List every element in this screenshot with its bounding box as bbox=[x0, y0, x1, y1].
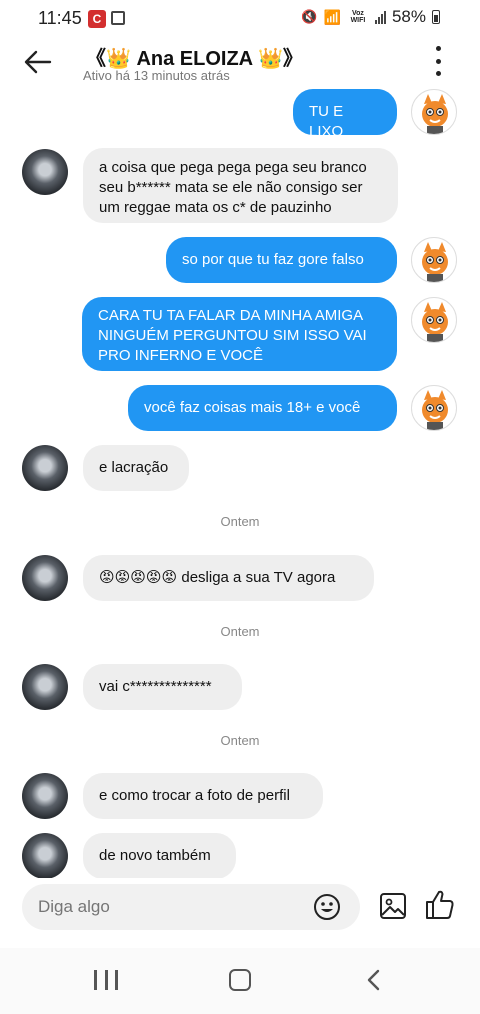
outgoing-message[interactable]: você faz coisas mais 18+ e você bbox=[128, 385, 397, 431]
outgoing-message[interactable]: so por que tu faz gore falso bbox=[166, 237, 397, 283]
battery-percent: 58% bbox=[391, 7, 426, 26]
message-input[interactable] bbox=[36, 896, 300, 918]
home-icon[interactable] bbox=[229, 969, 251, 991]
incoming-message[interactable]: a coisa que pega pega pega seu branco se… bbox=[83, 148, 398, 223]
gallery-notification-icon bbox=[111, 11, 125, 25]
voz-wifi-label: Voz WIFI bbox=[350, 10, 366, 24]
smiley-icon[interactable] bbox=[312, 892, 342, 922]
arrow-left-icon[interactable] bbox=[22, 46, 54, 78]
incoming-message[interactable]: e lacração bbox=[83, 445, 189, 491]
incoming-message[interactable]: 😡😡😡😡😡 desliga a sua TV agora bbox=[83, 555, 374, 601]
my-avatar[interactable] bbox=[411, 297, 457, 343]
contact-name[interactable]: 《👑 Ana ELOIZA 👑》 bbox=[86, 42, 303, 71]
mute-icon: 🔇 bbox=[301, 9, 318, 24]
wifi-icon: 📶 bbox=[323, 8, 341, 25]
battery-icon bbox=[432, 10, 440, 24]
incoming-message[interactable]: de novo também bbox=[83, 833, 236, 878]
status-bar: 11:45 C 🔇 📶 Voz WIFI 58% bbox=[0, 0, 480, 38]
contact-avatar[interactable] bbox=[22, 445, 68, 491]
date-separator: Ontem bbox=[220, 624, 260, 639]
contact-avatar[interactable] bbox=[22, 555, 68, 601]
last-active-status: Ativo há 13 minutos atrás bbox=[83, 68, 230, 83]
outgoing-message[interactable]: CARA TU TA FALAR DA MINHA AMIGA NINGUÉM … bbox=[82, 297, 397, 371]
incoming-message[interactable]: vai c************** bbox=[83, 664, 242, 710]
my-avatar[interactable] bbox=[411, 385, 457, 431]
recent-apps-icon[interactable] bbox=[94, 970, 118, 990]
contact-avatar[interactable] bbox=[22, 149, 68, 195]
chevron-left-icon[interactable] bbox=[362, 968, 386, 992]
system-navigation-bar bbox=[0, 948, 480, 1014]
status-icons: 🔇 📶 Voz WIFI 58% bbox=[301, 7, 440, 27]
signal-icon bbox=[374, 10, 386, 24]
contact-avatar[interactable] bbox=[22, 664, 68, 710]
status-time: 11:45 bbox=[38, 8, 82, 28]
message-composer bbox=[22, 884, 360, 930]
incoming-message[interactable]: e como trocar a foto de perfil bbox=[83, 773, 323, 819]
my-avatar[interactable] bbox=[411, 89, 457, 135]
thumbs-up-icon[interactable] bbox=[423, 888, 457, 922]
date-separator: Ontem bbox=[220, 733, 260, 748]
more-vertical-icon[interactable] bbox=[428, 46, 448, 76]
contact-avatar[interactable] bbox=[22, 773, 68, 819]
date-separator: Ontem bbox=[220, 514, 260, 529]
chat-header: 《👑 Ana ELOIZA 👑》 Ativo há 13 minutos atr… bbox=[0, 38, 480, 88]
app-notification-icon: C bbox=[88, 10, 106, 28]
message-list[interactable]: TU E LIXO a coisa que pega pega pega seu… bbox=[0, 88, 480, 878]
outgoing-message[interactable]: TU E LIXO bbox=[293, 89, 397, 140]
my-avatar[interactable] bbox=[411, 237, 457, 283]
contact-avatar[interactable] bbox=[22, 833, 68, 878]
image-icon[interactable] bbox=[378, 891, 408, 921]
